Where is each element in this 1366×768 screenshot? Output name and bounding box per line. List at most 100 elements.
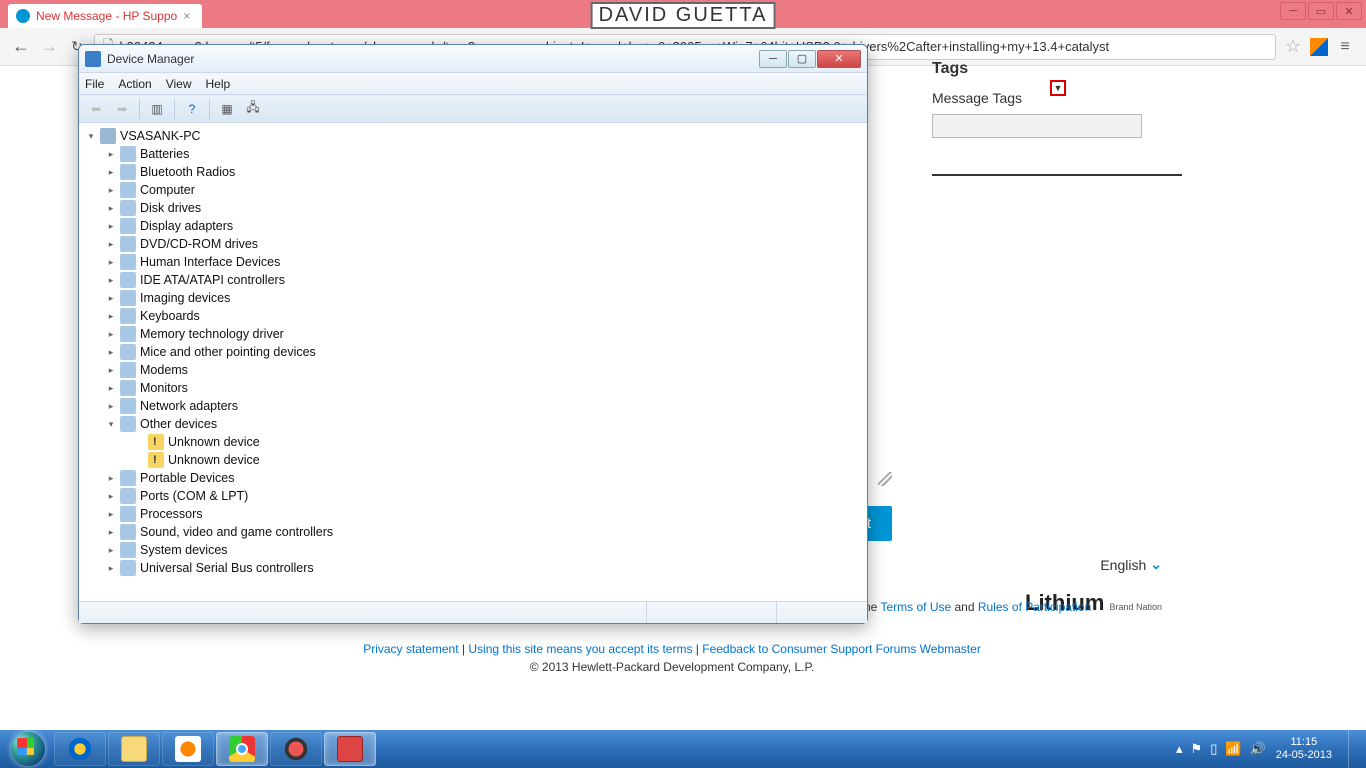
taskbar-device-manager[interactable] [324, 732, 376, 766]
tree-category[interactable]: Keyboards [79, 307, 867, 325]
chrome-menu-icon[interactable]: ≡ [1334, 36, 1356, 58]
device-category-icon [120, 218, 136, 234]
taskbar-wmp[interactable] [162, 732, 214, 766]
tree-category[interactable]: Portable Devices [79, 469, 867, 487]
taskbar-chrome[interactable] [216, 732, 268, 766]
message-tags-input[interactable] [932, 114, 1142, 138]
tree-category[interactable]: Monitors [79, 379, 867, 397]
expander-icon[interactable] [105, 544, 117, 556]
cookie-link[interactable]: Using this site means you accept its ter… [468, 642, 692, 656]
bookmark-star-icon[interactable]: ☆ [1282, 36, 1304, 58]
expander-icon[interactable] [105, 166, 117, 178]
clock[interactable]: 11:15 24-05-2013 [1276, 736, 1332, 762]
taskbar-explorer[interactable] [108, 732, 160, 766]
expander-icon[interactable] [105, 562, 117, 574]
volume-icon[interactable]: 🔊 [1250, 741, 1266, 757]
maximize-button[interactable]: ▭ [1308, 2, 1334, 20]
expander-icon[interactable] [105, 526, 117, 538]
tree-category[interactable]: Ports (COM & LPT) [79, 487, 867, 505]
tree-category[interactable]: Batteries [79, 145, 867, 163]
language-selector[interactable]: English ⌄ [1100, 556, 1162, 573]
tree-category[interactable]: DVD/CD-ROM drives [79, 235, 867, 253]
maximize-button[interactable]: ▢ [788, 50, 816, 68]
tree-category[interactable]: Other devices [79, 415, 867, 433]
help-icon[interactable]: ? [181, 98, 203, 120]
close-button[interactable]: ✕ [817, 50, 861, 68]
privacy-link[interactable]: Privacy statement [363, 642, 458, 656]
power-icon[interactable]: ▯ [1210, 741, 1217, 757]
extension-icon[interactable] [1310, 38, 1328, 56]
tree-category[interactable]: Display adapters [79, 217, 867, 235]
tree-category[interactable]: Processors [79, 505, 867, 523]
expander-icon[interactable] [133, 454, 145, 466]
tree-category[interactable]: Modems [79, 361, 867, 379]
forward-icon[interactable]: ➡ [111, 98, 133, 120]
expander-icon[interactable] [105, 382, 117, 394]
expander-icon[interactable] [105, 400, 117, 412]
terms-link[interactable]: Terms of Use [880, 600, 951, 614]
expander-icon[interactable] [105, 184, 117, 196]
network-icon[interactable]: 📶 [1225, 741, 1241, 757]
tree-category[interactable]: Imaging devices [79, 289, 867, 307]
forward-button[interactable]: → [38, 36, 60, 58]
expander-icon[interactable] [105, 220, 117, 232]
properties-icon[interactable]: ▦ [216, 98, 238, 120]
tree-category[interactable]: Bluetooth Radios [79, 163, 867, 181]
expander-icon[interactable] [105, 508, 117, 520]
minimize-button[interactable]: ─ [1280, 2, 1306, 20]
tree-category[interactable]: Universal Serial Bus controllers [79, 559, 867, 577]
show-hide-console-icon[interactable]: ▥ [146, 98, 168, 120]
tree-pane[interactable]: VSASANK-PCBatteriesBluetooth RadiosCompu… [79, 123, 867, 601]
menu-help[interactable]: Help [206, 77, 231, 91]
expander-icon[interactable] [105, 490, 117, 502]
action-center-icon[interactable]: ⚑ [1191, 741, 1203, 757]
expander-icon[interactable] [105, 238, 117, 250]
expander-icon[interactable] [85, 130, 97, 142]
expander-icon[interactable] [105, 292, 117, 304]
tree-item-label: Mice and other pointing devices [140, 343, 316, 361]
show-desktop-button[interactable] [1348, 730, 1358, 768]
minimize-button[interactable]: ─ [759, 50, 787, 68]
expander-icon[interactable] [105, 274, 117, 286]
tray-expand-icon[interactable]: ▴ [1176, 741, 1183, 757]
tab-close-icon[interactable]: × [183, 9, 190, 23]
expander-icon[interactable] [105, 202, 117, 214]
expander-icon[interactable] [105, 328, 117, 340]
tree-device[interactable]: Unknown device [79, 433, 867, 451]
window-titlebar[interactable]: Device Manager ─ ▢ ✕ [79, 45, 867, 73]
start-button[interactable] [4, 732, 52, 766]
tree-category[interactable]: Mice and other pointing devices [79, 343, 867, 361]
menu-file[interactable]: File [85, 77, 104, 91]
tree-device[interactable]: Unknown device [79, 451, 867, 469]
expander-icon[interactable] [105, 364, 117, 376]
tree-category[interactable]: Human Interface Devices [79, 253, 867, 271]
expander-icon[interactable] [105, 310, 117, 322]
tree-category[interactable]: Computer [79, 181, 867, 199]
tab-active[interactable]: New Message - HP Suppo × [8, 4, 202, 28]
tree-category[interactable]: IDE ATA/ATAPI controllers [79, 271, 867, 289]
back-icon[interactable]: ⬅ [85, 98, 107, 120]
tree-category[interactable]: Memory technology driver [79, 325, 867, 343]
close-button[interactable]: ✕ [1336, 2, 1362, 20]
expander-icon[interactable] [105, 472, 117, 484]
taskbar-app-gear[interactable] [270, 732, 322, 766]
back-button[interactable]: ← [10, 36, 32, 58]
expander-icon[interactable] [105, 148, 117, 160]
resize-grip-icon[interactable] [878, 472, 892, 486]
expander-icon[interactable] [133, 436, 145, 448]
expander-icon[interactable] [105, 256, 117, 268]
menu-view[interactable]: View [166, 77, 192, 91]
device-category-icon [120, 182, 136, 198]
menu-action[interactable]: Action [118, 77, 151, 91]
expander-icon[interactable] [105, 346, 117, 358]
tree-category[interactable]: Network adapters [79, 397, 867, 415]
tree-root[interactable]: VSASANK-PC [79, 127, 867, 145]
scan-hardware-icon[interactable]: 🖧 [242, 98, 264, 120]
taskbar-ie[interactable] [54, 732, 106, 766]
tree-category[interactable]: Disk drives [79, 199, 867, 217]
tree-category[interactable]: System devices [79, 541, 867, 559]
rules-link[interactable]: Rules of Participation [978, 600, 1091, 614]
feedback-link[interactable]: Feedback to Consumer Support Forums Webm… [702, 642, 981, 656]
expander-icon[interactable] [105, 418, 117, 430]
tree-category[interactable]: Sound, video and game controllers [79, 523, 867, 541]
